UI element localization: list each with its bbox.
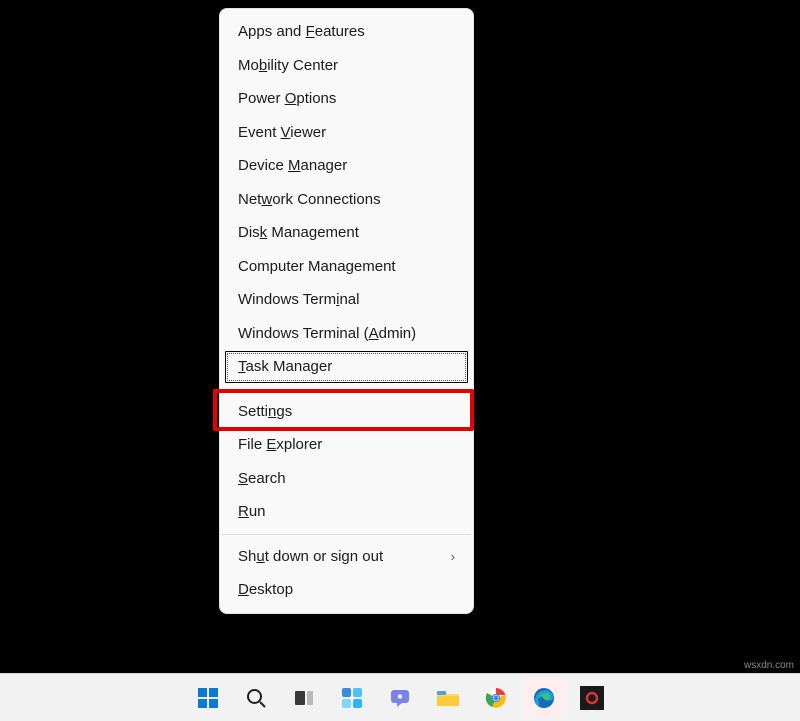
file-explorer-button[interactable]: [428, 678, 468, 718]
chevron-right-icon: ›: [451, 549, 455, 564]
watermark: wsxdn.com: [744, 660, 794, 671]
menu-settings[interactable]: Settings: [220, 395, 473, 429]
app-button[interactable]: [572, 678, 612, 718]
menu-item-label: Disk Management: [238, 224, 359, 241]
menu-task-manager[interactable]: Task Manager: [224, 350, 469, 384]
chrome-button[interactable]: [476, 678, 516, 718]
menu-shutdown-signout[interactable]: Shut down or sign out ›: [220, 540, 473, 574]
winx-context-menu[interactable]: Apps and Features Mobility Center Power Op…: [219, 8, 474, 614]
menu-item-label: Event Viewer: [238, 124, 326, 141]
menu-disk-management[interactable]: Disk Management: [220, 216, 473, 250]
menu-item-label: Desktop: [238, 581, 293, 598]
menu-item-label: Device Manager: [238, 157, 347, 174]
menu-search[interactable]: Search: [220, 462, 473, 496]
menu-separator: [222, 534, 471, 535]
menu-item-label: Settings: [238, 403, 292, 420]
start-button[interactable]: [188, 678, 228, 718]
menu-item-label: Apps and Features: [238, 23, 365, 40]
taskbar: [0, 673, 800, 721]
menu-separator: [222, 389, 471, 390]
menu-power-options[interactable]: Power Options: [220, 82, 473, 116]
chat-icon: [388, 686, 412, 710]
menu-item-label: Task Manager: [238, 358, 332, 375]
menu-device-manager[interactable]: Device Manager: [220, 149, 473, 183]
menu-item-label: Windows Terminal (Admin): [238, 325, 416, 342]
menu-item-label: Search: [238, 470, 286, 487]
menu-item-label: Shut down or sign out: [238, 548, 383, 565]
menu-computer-management[interactable]: Computer Management: [220, 250, 473, 284]
edge-button[interactable]: [524, 678, 564, 718]
chat-button[interactable]: [380, 678, 420, 718]
widgets-icon: [340, 686, 364, 710]
menu-item-label: Run: [238, 503, 266, 520]
windows-icon: [196, 686, 220, 710]
menu-item-label: Network Connections: [238, 191, 381, 208]
menu-desktop[interactable]: Desktop: [220, 573, 473, 607]
edge-icon: [532, 686, 556, 710]
widgets-button[interactable]: [332, 678, 372, 718]
menu-run[interactable]: Run: [220, 495, 473, 529]
darkapp-icon: [579, 685, 605, 711]
menu-apps-features[interactable]: Apps and Features: [220, 15, 473, 49]
task-view-button[interactable]: [284, 678, 324, 718]
menu-item-label: Windows Terminal: [238, 291, 359, 308]
menu-item-label: Power Options: [238, 90, 336, 107]
chrome-icon: [484, 686, 508, 710]
menu-windows-terminal-admin[interactable]: Windows Terminal (Admin): [220, 317, 473, 351]
menu-item-label: Computer Management: [238, 258, 396, 275]
menu-network-connections[interactable]: Network Connections: [220, 183, 473, 217]
search-icon: [244, 686, 268, 710]
menu-windows-terminal[interactable]: Windows Terminal: [220, 283, 473, 317]
search-button[interactable]: [236, 678, 276, 718]
menu-file-explorer[interactable]: File Explorer: [220, 428, 473, 462]
menu-item-label: File Explorer: [238, 436, 322, 453]
explorer-icon: [435, 686, 461, 710]
menu-item-label: Mobility Center: [238, 57, 338, 74]
menu-mobility-center[interactable]: Mobility Center: [220, 49, 473, 83]
menu-event-viewer[interactable]: Event Viewer: [220, 116, 473, 150]
taskview-icon: [292, 686, 316, 710]
